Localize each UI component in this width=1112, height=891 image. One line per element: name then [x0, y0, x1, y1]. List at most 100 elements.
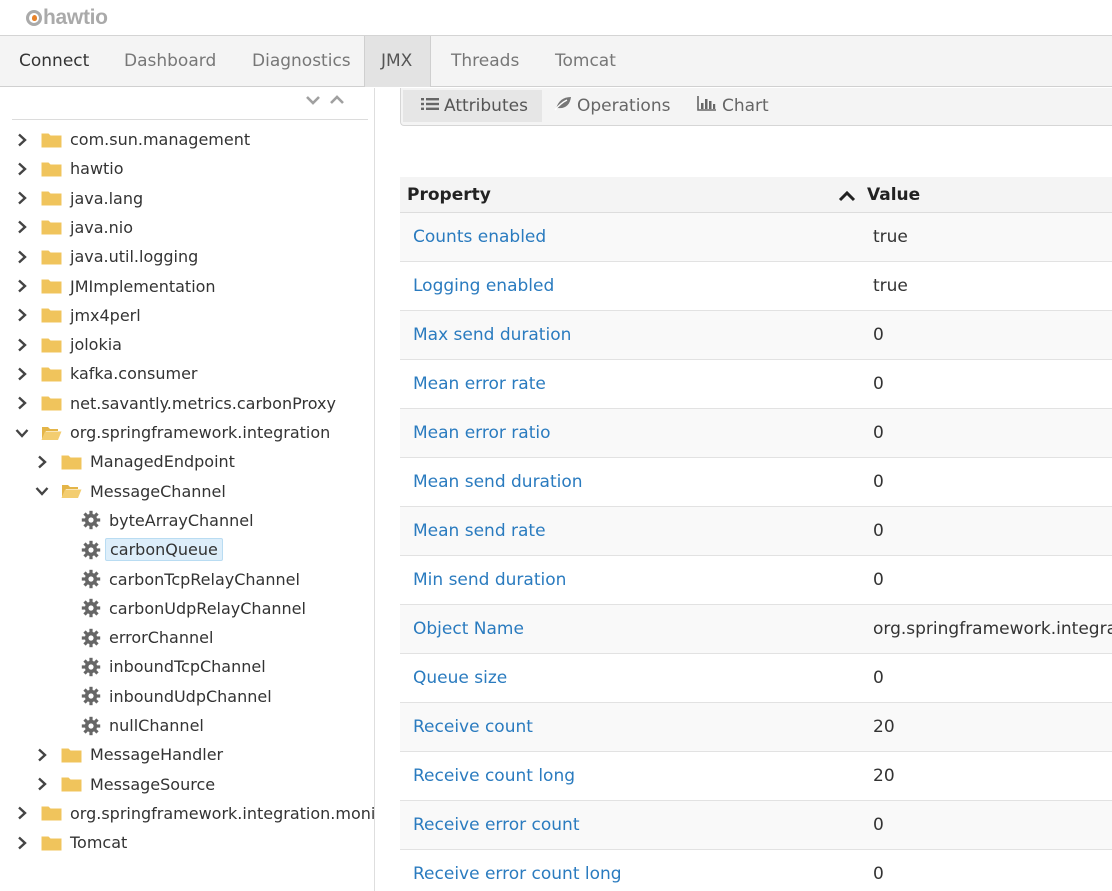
tree-node[interactable]: MessageHandler: [35, 740, 227, 769]
table-row[interactable]: Object Name org.springframework.integrat: [400, 605, 1112, 654]
attribute-name-link[interactable]: Logging enabled: [413, 262, 554, 310]
tree-node-label[interactable]: com.sun.management: [66, 129, 254, 150]
table-row[interactable]: Mean error ratio 0: [400, 409, 1112, 458]
tree-node[interactable]: ManagedEndpoint: [35, 447, 239, 476]
chevron-right-icon[interactable]: [15, 162, 29, 176]
attribute-name-link[interactable]: Mean send duration: [413, 458, 583, 506]
chevron-right-icon[interactable]: [15, 806, 29, 820]
chevron-right-icon[interactable]: [35, 455, 49, 469]
chevron-up-icon[interactable]: [329, 94, 345, 106]
tab-threads[interactable]: Threads: [432, 36, 538, 87]
attribute-name-link[interactable]: Queue size: [413, 654, 507, 702]
tree-node[interactable]: byteArrayChannel: [81, 506, 258, 535]
tree-node-label[interactable]: Tomcat: [66, 832, 131, 853]
attribute-name-link[interactable]: Receive error count long: [413, 850, 622, 891]
tree-node-label[interactable]: MessageHandler: [86, 744, 227, 765]
tree-node[interactable]: nullChannel: [81, 711, 208, 740]
tree-node-label[interactable]: inboundUdpChannel: [105, 686, 276, 707]
tab-chart[interactable]: Chart: [679, 90, 783, 122]
tab-attributes[interactable]: Attributes: [403, 90, 542, 122]
table-row[interactable]: Min send duration 0: [400, 556, 1112, 605]
table-row[interactable]: Receive count 20: [400, 703, 1112, 752]
table-row[interactable]: Queue size 0: [400, 654, 1112, 703]
attribute-name-link[interactable]: Counts enabled: [413, 213, 546, 261]
tree-node[interactable]: hawtio: [15, 154, 128, 183]
chevron-down-icon[interactable]: [35, 484, 49, 498]
tree-node[interactable]: carbonQueue: [81, 535, 223, 564]
tree-node-label[interactable]: org.springframework.integration.moni: [66, 803, 374, 824]
chevron-right-icon[interactable]: [35, 777, 49, 791]
property-column-header[interactable]: Property: [407, 177, 491, 213]
tree-node[interactable]: java.util.logging: [15, 242, 202, 271]
tree-node[interactable]: carbonTcpRelayChannel: [81, 565, 304, 594]
tree-node[interactable]: org.springframework.integration.moni: [15, 799, 374, 828]
tree-node-label[interactable]: carbonUdpRelayChannel: [105, 598, 310, 619]
tree-node-label[interactable]: jmx4perl: [66, 305, 145, 326]
table-row[interactable]: Receive error count 0: [400, 801, 1112, 850]
tree-node[interactable]: org.springframework.integration: [15, 418, 334, 447]
chevron-right-icon[interactable]: [15, 220, 29, 234]
tab-jmx[interactable]: JMX: [364, 36, 431, 87]
table-row[interactable]: Receive error count long 0: [400, 850, 1112, 891]
tree-node[interactable]: jolokia: [15, 330, 126, 359]
tree-node-label[interactable]: JMImplementation: [66, 276, 220, 297]
chevron-right-icon[interactable]: [15, 338, 29, 352]
attribute-name-link[interactable]: Receive error count: [413, 801, 579, 849]
attribute-name-link[interactable]: Object Name: [413, 605, 524, 653]
chevron-right-icon[interactable]: [35, 748, 49, 762]
tree-node[interactable]: inboundTcpChannel: [81, 652, 270, 681]
tree-node-label[interactable]: byteArrayChannel: [105, 510, 258, 531]
tree-node[interactable]: java.nio: [15, 213, 137, 242]
chevron-right-icon[interactable]: [15, 367, 29, 381]
tree-node[interactable]: kafka.consumer: [15, 359, 202, 388]
table-row[interactable]: Mean send rate 0: [400, 507, 1112, 556]
chevron-right-icon[interactable]: [15, 308, 29, 322]
tree-node[interactable]: jmx4perl: [15, 301, 145, 330]
chevron-right-icon[interactable]: [15, 396, 29, 410]
tree-node-label[interactable]: kafka.consumer: [66, 363, 202, 384]
table-row[interactable]: Receive count long 20: [400, 752, 1112, 801]
table-row[interactable]: Mean error rate 0: [400, 360, 1112, 409]
tree-node-label[interactable]: MessageChannel: [86, 481, 230, 502]
chevron-right-icon[interactable]: [15, 250, 29, 264]
tree-node-label[interactable]: jolokia: [66, 334, 126, 355]
tree-node[interactable]: MessageChannel: [35, 477, 230, 506]
attribute-name-link[interactable]: Receive count long: [413, 752, 575, 800]
attribute-name-link[interactable]: Max send duration: [413, 311, 571, 359]
tree-node-label[interactable]: org.springframework.integration: [66, 422, 334, 443]
chevron-down-icon[interactable]: [15, 426, 29, 440]
tree-node-label[interactable]: carbonQueue: [105, 538, 223, 562]
chevron-up-icon[interactable]: [838, 188, 856, 207]
tree-node-label[interactable]: hawtio: [66, 158, 128, 179]
table-row[interactable]: Max send duration 0: [400, 311, 1112, 360]
tree-node-label[interactable]: nullChannel: [105, 715, 208, 736]
tree-node-label[interactable]: ManagedEndpoint: [86, 451, 239, 472]
value-column-header[interactable]: Value: [867, 177, 920, 213]
table-row[interactable]: Mean send duration 0: [400, 458, 1112, 507]
tree-node[interactable]: java.lang: [15, 184, 147, 213]
tree-node[interactable]: carbonUdpRelayChannel: [81, 594, 310, 623]
attribute-name-link[interactable]: Min send duration: [413, 556, 566, 604]
tab-operations[interactable]: Operations: [536, 90, 684, 122]
tab-dashboard[interactable]: Dashboard: [105, 36, 235, 87]
tab-tomcat[interactable]: Tomcat: [536, 36, 635, 87]
attribute-name-link[interactable]: Mean error ratio: [413, 409, 550, 457]
tree-node[interactable]: net.savantly.metrics.carbonProxy: [15, 389, 340, 418]
tree-node-label[interactable]: carbonTcpRelayChannel: [105, 569, 304, 590]
tree-node-label[interactable]: java.util.logging: [66, 246, 202, 267]
chevron-right-icon[interactable]: [15, 279, 29, 293]
tab-diagnostics[interactable]: Diagnostics: [233, 36, 370, 87]
tree-node-label[interactable]: MessageSource: [86, 774, 219, 795]
tree-node[interactable]: JMImplementation: [15, 272, 220, 301]
chevron-right-icon[interactable]: [15, 836, 29, 850]
attribute-name-link[interactable]: Mean send rate: [413, 507, 546, 555]
table-row[interactable]: Counts enabled true: [400, 213, 1112, 262]
tree-node[interactable]: MessageSource: [35, 770, 219, 799]
chevron-right-icon[interactable]: [15, 191, 29, 205]
tree-node[interactable]: com.sun.management: [15, 125, 254, 154]
attribute-name-link[interactable]: Mean error rate: [413, 360, 546, 408]
tab-connect[interactable]: Connect: [0, 36, 108, 87]
hawtio-logo[interactable]: hawtio: [26, 6, 108, 30]
attribute-name-link[interactable]: Receive count: [413, 703, 533, 751]
tree-node-label[interactable]: java.lang: [66, 188, 147, 209]
